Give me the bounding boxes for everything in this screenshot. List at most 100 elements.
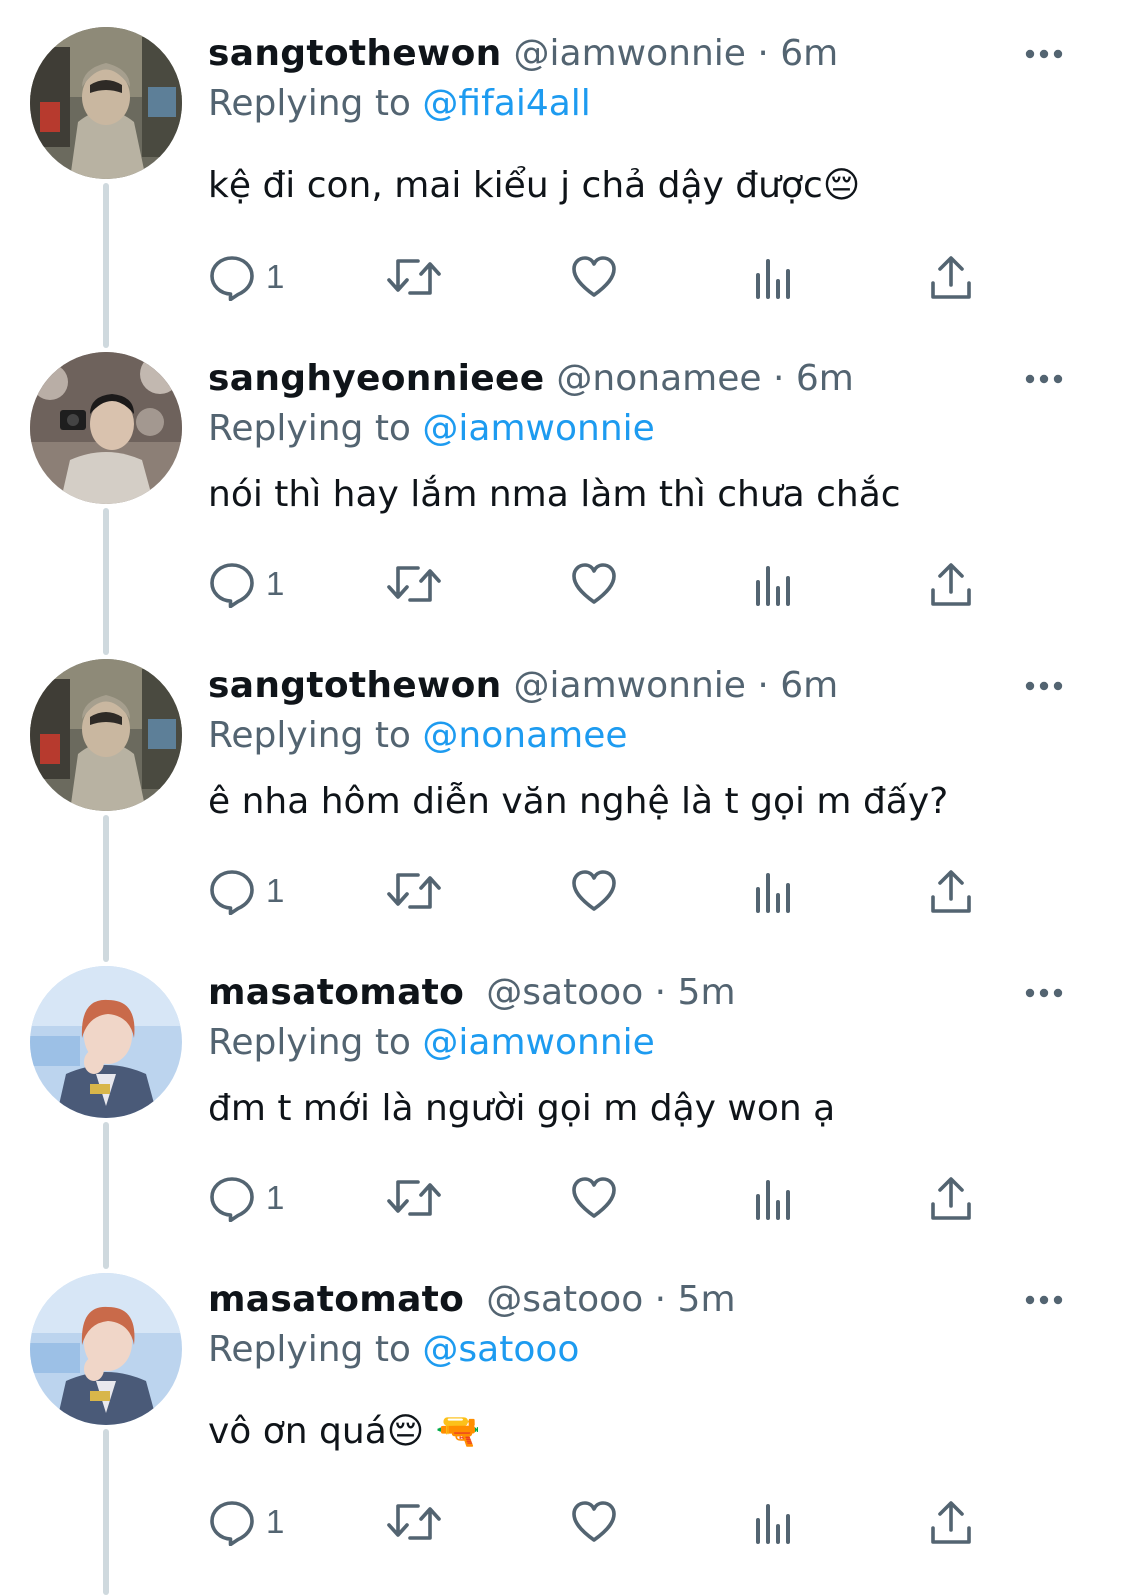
- profile-photo-hoodie-icon: [30, 659, 182, 811]
- mention-link[interactable]: @iamwonnie: [422, 1022, 654, 1063]
- more-options-icon[interactable]: [1025, 369, 1063, 389]
- retweet-button[interactable]: [386, 1494, 442, 1550]
- reply-icon: [210, 563, 254, 608]
- reply-button[interactable]: 1: [208, 863, 284, 919]
- more-options-icon[interactable]: [1025, 676, 1063, 696]
- reply-count: 1: [266, 1503, 285, 1540]
- more-options-icon[interactable]: [1025, 983, 1063, 1003]
- share-button[interactable]: [928, 863, 974, 919]
- profile-photo-stage-icon: [30, 966, 182, 1118]
- action-bar: 1: [208, 863, 988, 919]
- action-bar: 1: [208, 556, 988, 612]
- view-count-button[interactable]: [752, 863, 796, 919]
- retweet-icon: [387, 873, 441, 909]
- avatar[interactable]: [30, 966, 182, 1118]
- profile-photo-hoodie-icon: [30, 27, 182, 179]
- tweet-text: kệ đi con, mai kiểu j chả dậy được😔: [208, 165, 861, 206]
- display-name[interactable]: sangtothewon: [208, 665, 502, 706]
- replying-to: Replying to @iamwonnie: [208, 1019, 655, 1067]
- display-name[interactable]: sangtothewon: [208, 33, 502, 74]
- mention-link[interactable]: @fifai4all: [422, 83, 590, 124]
- view-count-button[interactable]: [752, 249, 796, 305]
- share-button[interactable]: [928, 1170, 974, 1226]
- tweet-text: ê nha hôm diễn văn nghệ là t gọi m đấy?: [208, 781, 949, 822]
- analytics-icon: [756, 1180, 790, 1220]
- reply-icon: [210, 256, 254, 301]
- avatar[interactable]: [30, 352, 182, 504]
- reply-button[interactable]: 1: [208, 1170, 284, 1226]
- tweet[interactable]: sangtothewon @iamwonnie · 6m Replying to …: [0, 0, 1125, 307]
- replying-to-label: Replying to: [208, 408, 411, 449]
- avatar[interactable]: [30, 659, 182, 811]
- handle-and-time: @satooo · 5m: [486, 972, 736, 1013]
- heart-icon: [572, 563, 616, 604]
- tweet-header: sangtothewon @iamwonnie · 6m: [208, 30, 838, 78]
- replying-to-label: Replying to: [208, 83, 411, 124]
- share-icon: [931, 256, 971, 299]
- reply-button[interactable]: 1: [208, 1494, 284, 1550]
- avatar[interactable]: [30, 27, 182, 179]
- mention-link[interactable]: @nonamee: [422, 715, 627, 756]
- share-icon: [931, 870, 971, 913]
- tweet[interactable]: sangtothewon @iamwonnie · 6m Replying to …: [0, 632, 1125, 939]
- action-bar: 1: [208, 1170, 988, 1226]
- action-bar: 1: [208, 249, 988, 305]
- tweet-text: đm t mới là người gọi m dậy won ạ: [208, 1088, 836, 1129]
- share-icon: [931, 563, 971, 606]
- profile-photo-stage-icon: [30, 1273, 182, 1425]
- retweet-button[interactable]: [386, 863, 442, 919]
- tweet[interactable]: sanghyeonnieee @nonamee · 6m Replying to …: [0, 325, 1125, 632]
- like-button[interactable]: [570, 1494, 618, 1550]
- tweet[interactable]: masatomato @satooo · 5m Replying to @iamw…: [0, 939, 1125, 1246]
- analytics-icon: [756, 566, 790, 606]
- handle-and-time: @nonamee · 6m: [556, 358, 854, 399]
- display-name[interactable]: masatomato: [208, 972, 464, 1013]
- view-count-button[interactable]: [752, 556, 796, 612]
- handle-and-time: @iamwonnie · 6m: [513, 33, 839, 74]
- like-button[interactable]: [570, 556, 618, 612]
- display-name[interactable]: masatomato: [208, 1279, 464, 1320]
- heart-icon: [572, 256, 616, 297]
- retweet-button[interactable]: [386, 1170, 442, 1226]
- tweet[interactable]: masatomato @satooo · 5m Replying to @sato…: [0, 1246, 1125, 1595]
- retweet-button[interactable]: [386, 556, 442, 612]
- replying-to: Replying to @satooo: [208, 1326, 579, 1374]
- heart-icon: [572, 870, 616, 911]
- replying-to-label: Replying to: [208, 715, 411, 756]
- heart-icon: [572, 1177, 616, 1218]
- mention-link[interactable]: @iamwonnie: [422, 408, 654, 449]
- tweet-text: nói thì hay lắm nma làm thì chưa chắc: [208, 474, 901, 515]
- retweet-icon: [387, 1180, 441, 1216]
- reply-button[interactable]: 1: [208, 249, 284, 305]
- like-button[interactable]: [570, 863, 618, 919]
- more-options-icon[interactable]: [1025, 44, 1063, 64]
- reply-icon: [210, 1501, 254, 1546]
- reply-icon: [210, 870, 254, 915]
- heart-icon: [572, 1501, 616, 1542]
- tweet-text: vô ơn quá😔 🔫: [208, 1411, 481, 1452]
- retweet-icon: [387, 1504, 441, 1540]
- view-count-button[interactable]: [752, 1170, 796, 1226]
- replying-to: Replying to @fifai4all: [208, 80, 591, 128]
- mention-link[interactable]: @satooo: [422, 1329, 579, 1370]
- analytics-icon: [756, 1504, 790, 1544]
- share-button[interactable]: [928, 249, 974, 305]
- more-options-icon[interactable]: [1025, 1290, 1063, 1310]
- action-bar: 1: [208, 1494, 988, 1550]
- analytics-icon: [756, 259, 790, 299]
- retweet-icon: [387, 566, 441, 602]
- share-icon: [931, 1501, 971, 1544]
- replying-to-label: Replying to: [208, 1022, 411, 1063]
- display-name[interactable]: sanghyeonnieee: [208, 358, 544, 399]
- profile-photo-camera-icon: [30, 352, 182, 504]
- retweet-button[interactable]: [386, 249, 442, 305]
- view-count-button[interactable]: [752, 1494, 796, 1550]
- replying-to: Replying to @nonamee: [208, 712, 628, 760]
- share-button[interactable]: [928, 1494, 974, 1550]
- like-button[interactable]: [570, 1170, 618, 1226]
- share-button[interactable]: [928, 556, 974, 612]
- avatar[interactable]: [30, 1273, 182, 1425]
- like-button[interactable]: [570, 249, 618, 305]
- reply-button[interactable]: 1: [208, 556, 284, 612]
- reply-count: 1: [266, 1179, 285, 1216]
